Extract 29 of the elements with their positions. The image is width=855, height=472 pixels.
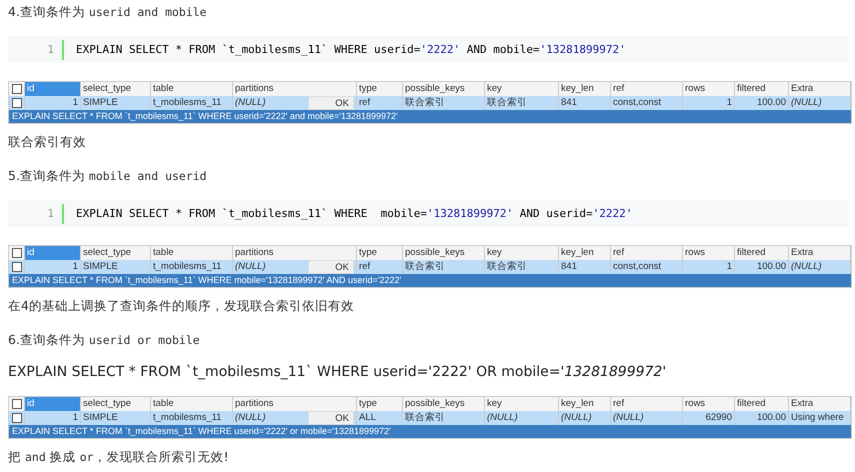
section-heading: 4.查询条件为 userid and mobile [8,3,208,21]
checkbox[interactable] [12,413,22,423]
status-bar: EXPLAIN SELECT * FROM `t_mobilesms_11` WHERE mobile='13281899972' AND userid='2222' [9,274,851,287]
checkbox[interactable] [12,84,22,94]
table-cell: (NULL) [235,260,266,274]
result-row[interactable]: 1 SIMPLE t_mobilesms_11 (NULL) OK ALL 联合索引 (NULL) (NULL) (NULL) 62990 100.00 Using where [9,411,851,425]
checkbox[interactable] [12,98,22,108]
ok-button[interactable]: OK [308,96,354,110]
table-cell: (NULL) [235,411,266,425]
code-line: EXPLAIN SELECT * FROM `t_mobilesms_11` WHERE mobile='13281899972' AND userid='2222' [75,207,632,220]
line-number: 1 [8,40,64,60]
section-heading: 6.查询条件为 userid or mobile [8,331,201,349]
ok-button[interactable]: OK [308,260,354,274]
ok-button[interactable]: OK [308,411,354,425]
status-bar: EXPLAIN SELECT * FROM `t_mobilesms_11` WHERE userid='2222' or mobile='13281899972' [9,425,851,438]
line-number: 1 [8,204,64,224]
sql-statement: EXPLAIN SELECT * FROM `t_mobilesms_11` WHERE userid='2222' OR mobile='13281899972' [8,364,668,380]
checkbox[interactable] [12,248,22,258]
note-text: 把 and 换成 or，发现联合所索引无效! [8,448,230,466]
note-text: 在4的基础上调换了查询条件的顺序，发现联合索引依旧有效 [8,297,355,315]
table-cell: (NULL) [235,96,266,110]
result-row[interactable]: 1 SIMPLE t_mobilesms_11 (NULL) OK ref 联合索引 联合索引 841 const,const 1 100.00 (NULL) [9,96,851,110]
status-bar: EXPLAIN SELECT * FROM `t_mobilesms_11` WHERE userid='2222' and mobile='13281899972' [9,110,851,123]
note-text: 联合索引有效 [8,133,87,151]
checkbox[interactable] [12,399,22,409]
result-row[interactable]: 1 SIMPLE t_mobilesms_11 (NULL) OK ref 联合索引 联合索引 841 const,const 1 100.00 (NULL) [9,260,851,274]
checkbox[interactable] [12,262,22,272]
code-line: EXPLAIN SELECT * FROM `t_mobilesms_11` WHERE userid='2222' AND mobile='13281899972' [75,43,626,56]
section-heading: 5.查询条件为 mobile and userid [8,167,208,185]
